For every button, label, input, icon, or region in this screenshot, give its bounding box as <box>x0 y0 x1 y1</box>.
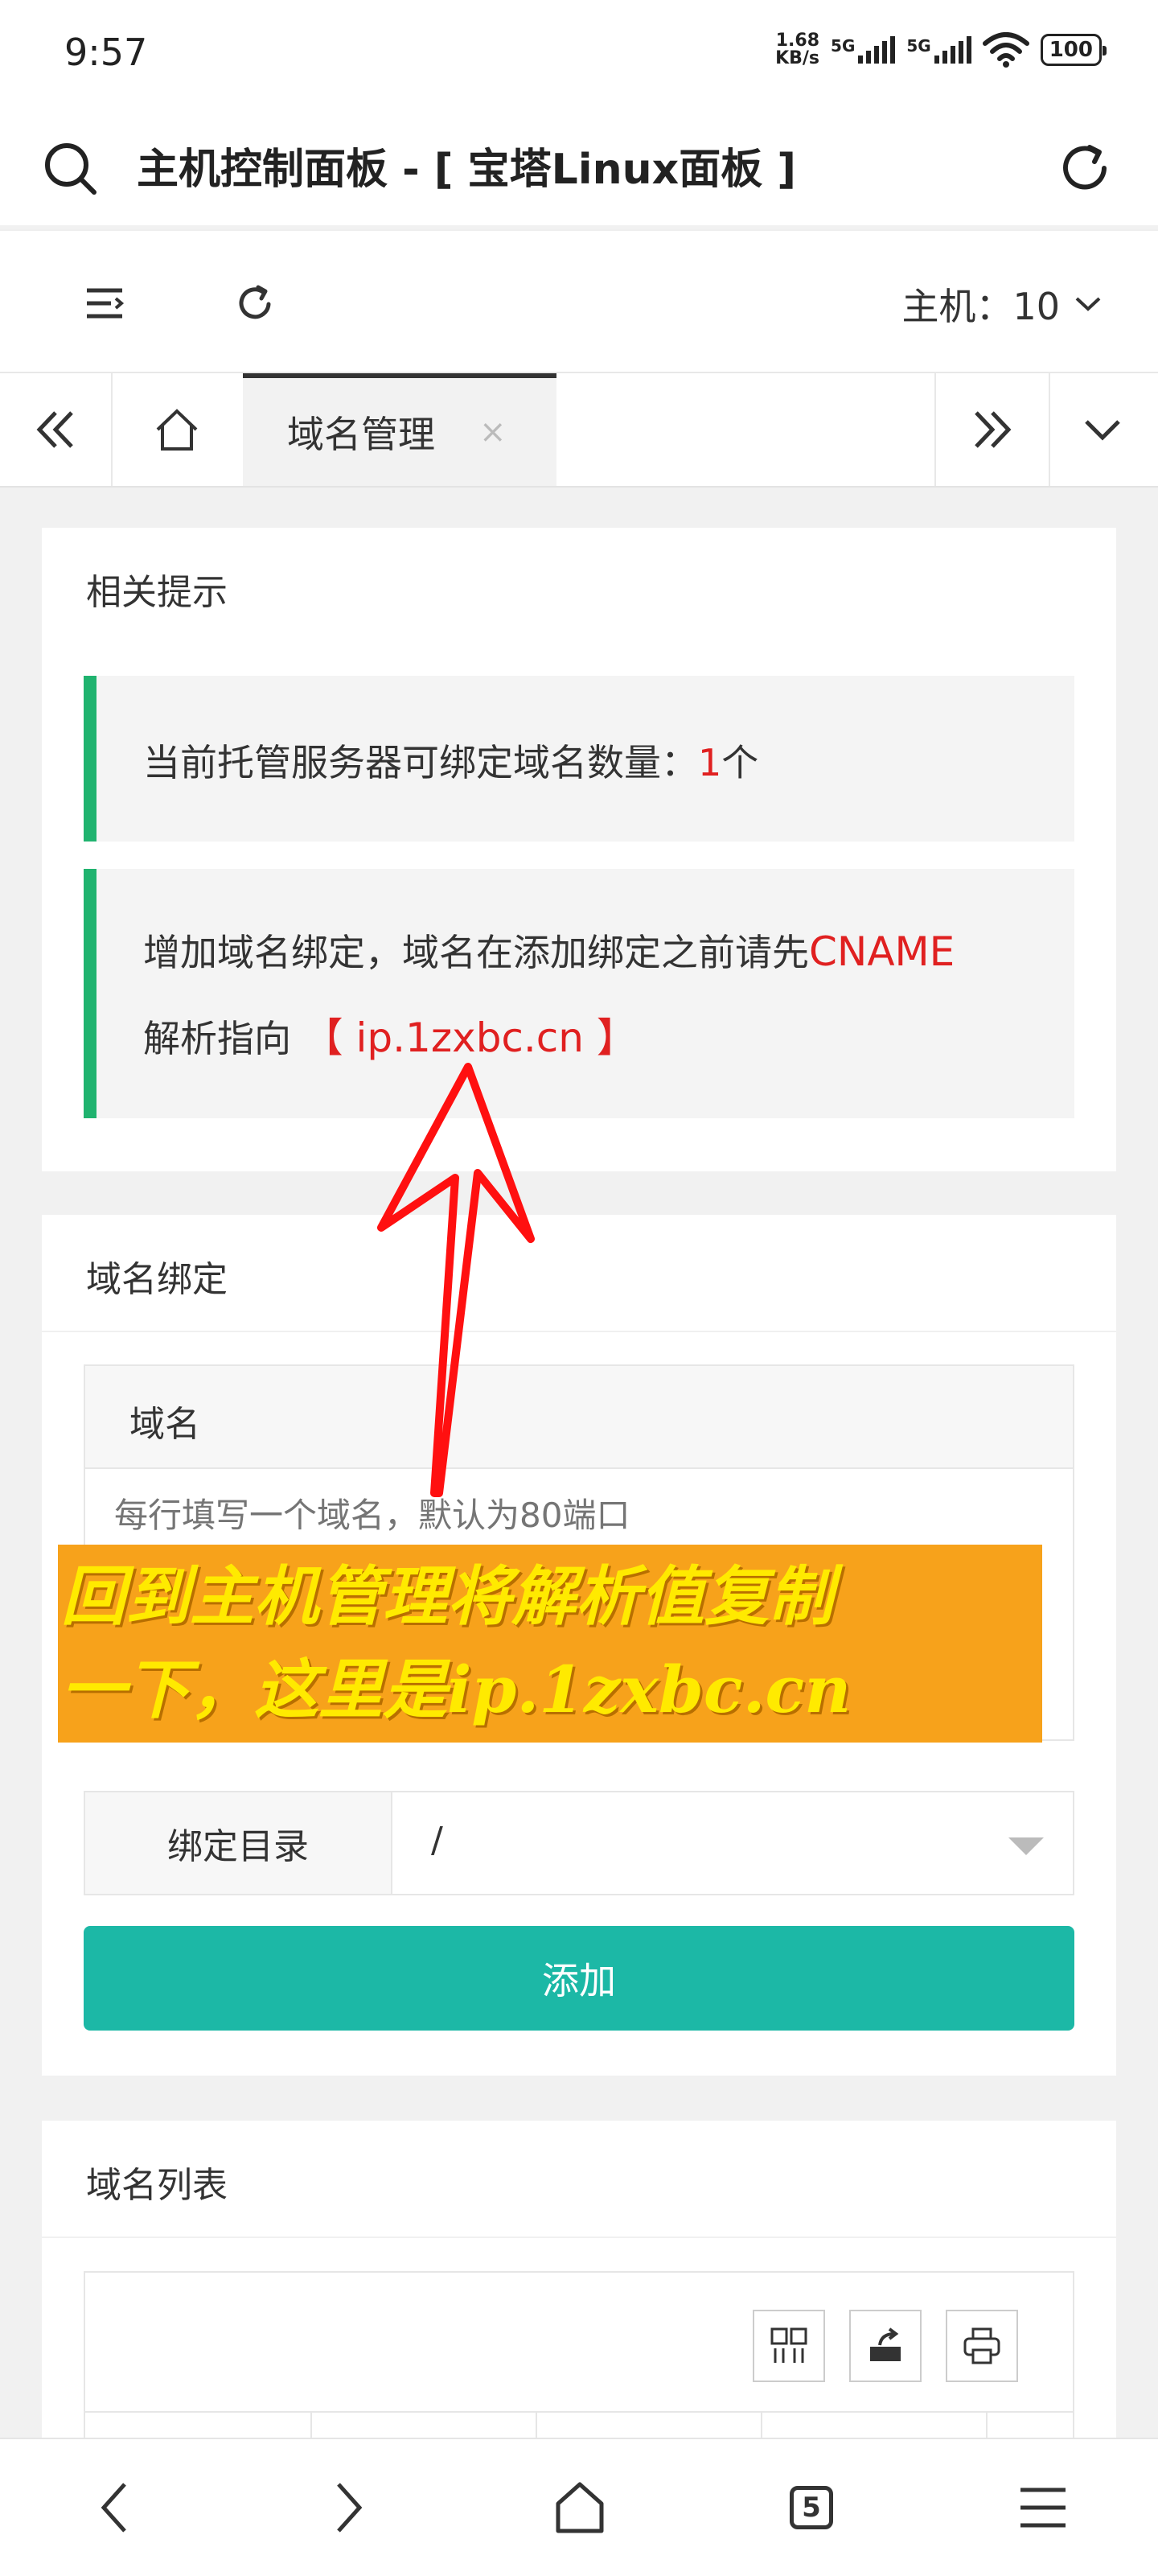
annotation-arrow <box>377 1063 535 1497</box>
chevron-right-icon <box>337 2483 363 2533</box>
chevron-left-icon <box>101 2483 126 2533</box>
annotation-banner: 回到主机管理将解析值复制 一下，这里是ip.1zxbc.cn <box>58 1545 1042 1743</box>
menu-icon <box>1020 2488 1066 2528</box>
tabs-count: 5 <box>802 2492 821 2524</box>
forward-button[interactable] <box>304 2463 392 2552</box>
annotation-line-2: 一下，这里是ip.1zxbc.cn <box>61 1652 852 1727</box>
back-button[interactable] <box>71 2463 159 2552</box>
browser-nav-bar: 5 <box>0 2438 1158 2576</box>
annotation-line-1: 回到主机管理将解析值复制 <box>61 1558 833 1634</box>
menu-button[interactable] <box>999 2463 1087 2552</box>
home-button[interactable] <box>536 2463 624 2552</box>
home-icon <box>556 2482 604 2533</box>
tabs-count-icon: 5 <box>790 2486 833 2529</box>
tabs-button[interactable]: 5 <box>767 2463 856 2552</box>
